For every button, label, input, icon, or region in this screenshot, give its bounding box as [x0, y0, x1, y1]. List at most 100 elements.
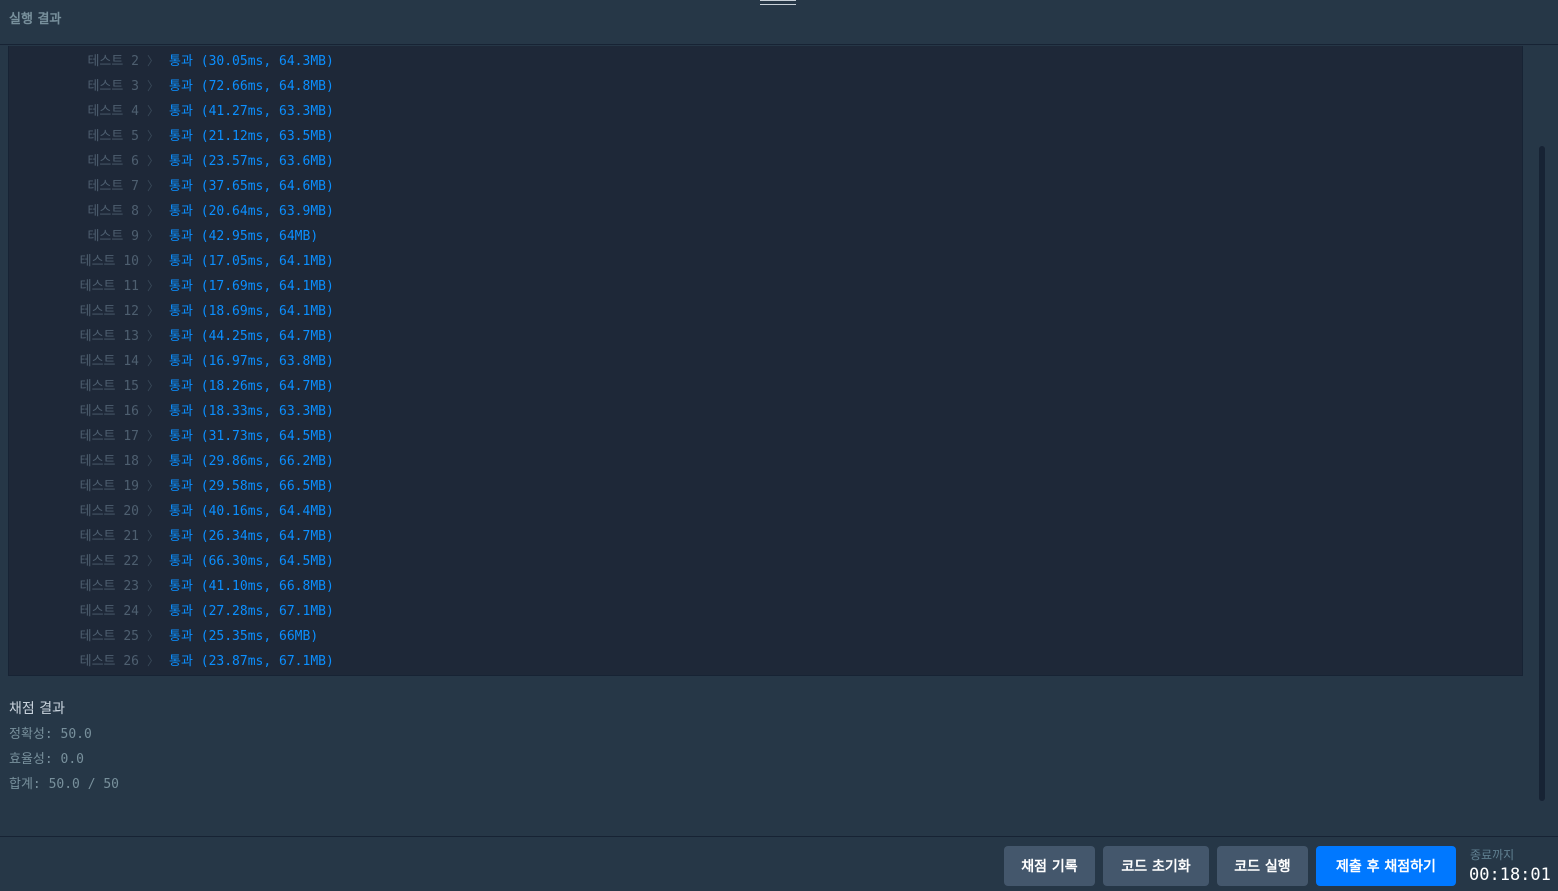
- timer-label: 종료까지: [1470, 848, 1515, 862]
- scrollbar-thumb[interactable]: [1539, 146, 1545, 801]
- chevron-right-icon: 〉: [147, 104, 160, 118]
- test-result: 통과 (20.64ms, 63.9MB): [169, 204, 334, 219]
- test-label: 테스트 2: [87, 54, 139, 69]
- test-label: 테스트 24: [79, 604, 139, 619]
- test-result: 통과 (26.34ms, 64.7MB): [169, 529, 334, 544]
- test-label: 테스트 7: [87, 179, 139, 194]
- test-row: 테스트 19 〉 통과 (29.58ms, 66.5MB): [9, 474, 1522, 499]
- test-result: 통과 (18.33ms, 63.3MB): [169, 404, 334, 419]
- chevron-right-icon: 〉: [147, 529, 160, 543]
- test-result: 통과 (41.10ms, 66.8MB): [169, 579, 334, 594]
- test-row: 테스트 23 〉 통과 (41.10ms, 66.8MB): [9, 574, 1522, 599]
- chevron-right-icon: 〉: [147, 604, 160, 618]
- test-label: 테스트 5: [87, 129, 139, 144]
- test-result: 통과 (30.05ms, 64.3MB): [169, 54, 334, 69]
- grading-summary: 채점 결과 정확성: 50.0 효율성: 0.0 합계: 50.0 / 50: [9, 698, 119, 797]
- test-result: 통과 (17.69ms, 64.1MB): [169, 279, 334, 294]
- test-label: 테스트 6: [87, 154, 139, 169]
- test-label: 테스트 20: [79, 504, 139, 519]
- test-result: 통과 (40.16ms, 64.4MB): [169, 504, 334, 519]
- test-result: 통과 (72.66ms, 64.8MB): [169, 79, 334, 94]
- grading-history-button[interactable]: 채점 기록: [1004, 846, 1095, 886]
- test-result: 통과 (41.27ms, 63.3MB): [169, 104, 334, 119]
- test-label: 테스트 13: [79, 329, 139, 344]
- test-row: 테스트 4 〉 통과 (41.27ms, 63.3MB): [9, 99, 1522, 124]
- chevron-right-icon: 〉: [147, 229, 160, 243]
- test-row: 테스트 26 〉 통과 (23.87ms, 67.1MB): [9, 649, 1522, 674]
- test-result: 통과 (42.95ms, 64MB): [169, 229, 319, 244]
- reset-code-button[interactable]: 코드 초기화: [1103, 846, 1209, 886]
- test-label: 테스트 17: [79, 429, 139, 444]
- result-title: 실행 결과: [9, 12, 62, 27]
- test-label: 테스트 9: [87, 229, 139, 244]
- resize-handle-icon[interactable]: [760, 0, 796, 6]
- chevron-right-icon: 〉: [147, 379, 160, 393]
- chevron-right-icon: 〉: [147, 279, 160, 293]
- chevron-right-icon: 〉: [147, 154, 160, 168]
- efficiency-score: 효율성: 0.0: [9, 752, 85, 767]
- test-result: 통과 (37.65ms, 64.6MB): [169, 179, 334, 194]
- test-label: 테스트 14: [79, 354, 139, 369]
- chevron-right-icon: 〉: [147, 504, 160, 518]
- chevron-right-icon: 〉: [147, 629, 160, 643]
- timer-value: 00:18:01: [1469, 865, 1551, 885]
- test-label: 테스트 12: [79, 304, 139, 319]
- test-row: 테스트 5 〉 통과 (21.12ms, 63.5MB): [9, 124, 1522, 149]
- test-row: 테스트 12 〉 통과 (18.69ms, 64.1MB): [9, 299, 1522, 324]
- test-row: 테스트 2 〉 통과 (30.05ms, 64.3MB): [9, 49, 1522, 74]
- test-result: 통과 (27.28ms, 67.1MB): [169, 604, 334, 619]
- test-result: 통과 (25.35ms, 66MB): [169, 629, 319, 644]
- test-result: 통과 (66.30ms, 64.5MB): [169, 554, 334, 569]
- result-header: 실행 결과: [0, 0, 1558, 45]
- test-label: 테스트 26: [79, 654, 139, 669]
- chevron-right-icon: 〉: [147, 404, 160, 418]
- test-result: 통과 (23.57ms, 63.6MB): [169, 154, 334, 169]
- test-row: 테스트 17 〉 통과 (31.73ms, 64.5MB): [9, 424, 1522, 449]
- test-row: 테스트 22 〉 통과 (66.30ms, 64.5MB): [9, 549, 1522, 574]
- chevron-right-icon: 〉: [147, 329, 160, 343]
- test-result: 통과 (21.12ms, 63.5MB): [169, 129, 334, 144]
- footer-toolbar: 채점 기록 코드 초기화 코드 실행 제출 후 채점하기 종료까지 00:18:…: [0, 836, 1558, 891]
- test-label: 테스트 22: [79, 554, 139, 569]
- test-result: 통과 (31.73ms, 64.5MB): [169, 429, 334, 444]
- chevron-right-icon: 〉: [147, 54, 160, 68]
- test-row: 테스트 13 〉 통과 (44.25ms, 64.7MB): [9, 324, 1522, 349]
- test-result: 통과 (29.58ms, 66.5MB): [169, 479, 334, 494]
- result-scroll-area[interactable]: 테스트 2 〉 통과 (30.05ms, 64.3MB) 테스트 3 〉 통과 (72.6…: [0, 46, 1558, 836]
- test-result: 통과 (18.69ms, 64.1MB): [169, 304, 334, 319]
- test-row: 테스트 3 〉 통과 (72.66ms, 64.8MB): [9, 74, 1522, 99]
- test-result: 통과 (17.05ms, 64.1MB): [169, 254, 334, 269]
- test-label: 테스트 21: [79, 529, 139, 544]
- test-label: 테스트 10: [79, 254, 139, 269]
- test-label: 테스트 16: [79, 404, 139, 419]
- test-result: 통과 (16.97ms, 63.8MB): [169, 354, 334, 369]
- chevron-right-icon: 〉: [147, 179, 160, 193]
- test-row: 테스트 20 〉 통과 (40.16ms, 64.4MB): [9, 499, 1522, 524]
- chevron-right-icon: 〉: [147, 554, 160, 568]
- test-result: 통과 (23.87ms, 67.1MB): [169, 654, 334, 669]
- run-code-button[interactable]: 코드 실행: [1217, 846, 1308, 886]
- total-score: 합계: 50.0 / 50: [9, 777, 120, 792]
- test-result: 통과 (44.25ms, 64.7MB): [169, 329, 334, 344]
- chevron-right-icon: 〉: [147, 579, 160, 593]
- accuracy-score: 정확성: 50.0: [9, 727, 92, 742]
- chevron-right-icon: 〉: [147, 454, 160, 468]
- test-row: 테스트 25 〉 통과 (25.35ms, 66MB): [9, 624, 1522, 649]
- submit-button[interactable]: 제출 후 채점하기: [1316, 846, 1456, 886]
- test-row: 테스트 21 〉 통과 (26.34ms, 64.7MB): [9, 524, 1522, 549]
- chevron-right-icon: 〉: [147, 429, 160, 443]
- test-row: 테스트 11 〉 통과 (17.69ms, 64.1MB): [9, 274, 1522, 299]
- test-result: 통과 (18.26ms, 64.7MB): [169, 379, 334, 394]
- test-label: 테스트 11: [79, 279, 139, 294]
- test-label: 테스트 8: [87, 204, 139, 219]
- scrollbar[interactable]: [1536, 146, 1548, 836]
- chevron-right-icon: 〉: [147, 254, 160, 268]
- test-label: 테스트 25: [79, 629, 139, 644]
- test-row: 테스트 9 〉 통과 (42.95ms, 64MB): [9, 224, 1522, 249]
- chevron-right-icon: 〉: [147, 304, 160, 318]
- test-row: 테스트 7 〉 통과 (37.65ms, 64.6MB): [9, 174, 1522, 199]
- test-row: 테스트 24 〉 통과 (27.28ms, 67.1MB): [9, 599, 1522, 624]
- chevron-right-icon: 〉: [147, 129, 160, 143]
- test-row: 테스트 8 〉 통과 (20.64ms, 63.9MB): [9, 199, 1522, 224]
- test-row: 테스트 18 〉 통과 (29.86ms, 66.2MB): [9, 449, 1522, 474]
